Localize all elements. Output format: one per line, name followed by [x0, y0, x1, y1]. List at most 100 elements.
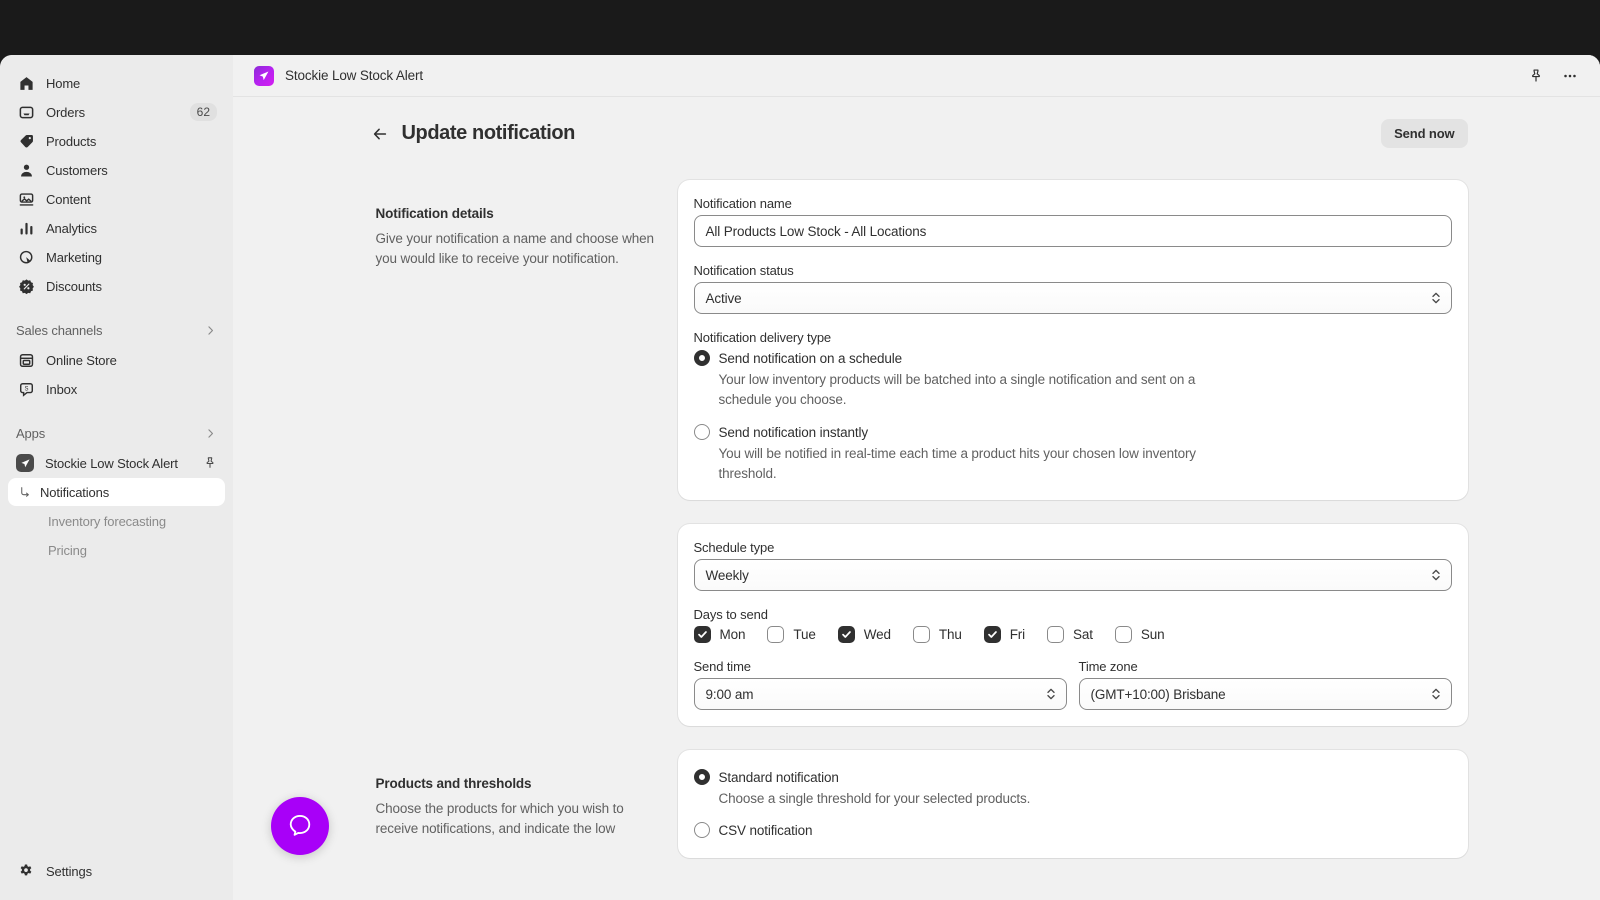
sidebar-section-apps[interactable]: Apps	[8, 421, 225, 445]
radio-indicator[interactable]	[694, 769, 710, 785]
section-products-thresholds: Products and thresholds Choose the produ…	[366, 750, 1468, 858]
radio-label: Send notification instantly	[719, 423, 868, 442]
radio-help-text: Choose a single threshold for your selec…	[719, 789, 1249, 809]
radio-indicator[interactable]	[694, 822, 710, 838]
send-time-label: Send time	[694, 659, 1067, 674]
sidebar-item-online-store[interactable]: Online Store	[8, 346, 225, 374]
day-checkbox-tue[interactable]: Tue	[767, 626, 815, 643]
notification-name-input[interactable]: All Products Low Stock - All Locations	[694, 215, 1452, 247]
radio-indicator[interactable]	[694, 424, 710, 440]
inbox-icon: S	[16, 379, 36, 399]
field-send-time: Send time 9:00 am	[694, 659, 1067, 710]
sidebar-item-products[interactable]: Products	[8, 127, 225, 155]
sidebar-item-inventory-forecasting[interactable]: Inventory forecasting	[8, 507, 225, 535]
schedule-card: Schedule type Weekly Days to send	[678, 524, 1468, 726]
stockie-paper-plane-icon	[16, 454, 34, 472]
sidebar-item-analytics[interactable]: Analytics	[8, 214, 225, 242]
online-store-icon	[16, 350, 36, 370]
gear-icon	[16, 861, 36, 881]
notification-status-label: Notification status	[694, 263, 1452, 278]
app-window: Home Orders 62 Products Customers	[0, 55, 1600, 900]
radio-indicator[interactable]	[694, 350, 710, 366]
day-checkbox-mon[interactable]: Mon	[694, 626, 746, 643]
notification-status-select[interactable]: Active	[694, 282, 1452, 314]
checkbox-indicator[interactable]	[767, 626, 784, 643]
sidebar-item-label: Stockie Low Stock Alert	[45, 456, 178, 471]
field-schedule-type: Schedule type Weekly	[694, 540, 1452, 591]
day-label: Mon	[720, 627, 746, 642]
sidebar-item-content[interactable]: Content	[8, 185, 225, 213]
ellipsis-horizontal-icon[interactable]	[1556, 62, 1584, 90]
arrow-left-icon[interactable]	[366, 120, 394, 148]
send-time-value: 9:00 am	[706, 687, 754, 702]
analytics-bars-icon	[16, 218, 36, 238]
page-scroll-area[interactable]: Update notification Send now Notificatio…	[233, 97, 1600, 899]
days-to-send-label: Days to send	[694, 607, 1452, 622]
sidebar-item-discounts[interactable]: Discounts	[8, 272, 225, 300]
sidebar-item-label: Settings	[46, 864, 92, 879]
sidebar-item-marketing[interactable]: Marketing	[8, 243, 225, 271]
radio-option-instant[interactable]: Send notification instantly	[694, 423, 1452, 442]
day-checkbox-sat[interactable]: Sat	[1047, 626, 1093, 643]
sidebar-item-notifications[interactable]: Notifications	[8, 478, 225, 506]
sidebar-item-pricing[interactable]: Pricing	[8, 536, 225, 564]
radio-option-csv[interactable]: CSV notification	[694, 821, 1452, 840]
radio-option-standard[interactable]: Standard notification	[694, 768, 1452, 787]
checkbox-indicator[interactable]	[838, 626, 855, 643]
sidebar-item-home[interactable]: Home	[8, 69, 225, 97]
section-description: Give your notification a name and choose…	[376, 229, 658, 270]
section-schedule: Schedule type Weekly Days to send	[366, 524, 1468, 726]
topbar-app-title: Stockie Low Stock Alert	[285, 68, 423, 83]
sidebar-item-label: Home	[46, 76, 80, 91]
home-icon	[16, 73, 36, 93]
pin-icon[interactable]	[1522, 62, 1550, 90]
chat-launcher-button[interactable]	[271, 797, 329, 855]
section-aside-spacer	[366, 524, 678, 550]
checkbox-indicator[interactable]	[1047, 626, 1064, 643]
day-label: Tue	[793, 627, 815, 642]
time-zone-select[interactable]: (GMT+10:00) Brisbane	[1079, 678, 1452, 710]
sidebar-item-settings[interactable]: Settings	[8, 857, 225, 885]
radio-label: Send notification on a schedule	[719, 349, 902, 368]
discounts-badge-icon	[16, 276, 36, 296]
chevron-updown-icon	[1430, 290, 1442, 306]
radio-label: Standard notification	[719, 768, 839, 787]
delivery-type-label: Notification delivery type	[694, 330, 1452, 345]
sidebar-item-customers[interactable]: Customers	[8, 156, 225, 184]
day-checkbox-sun[interactable]: Sun	[1115, 626, 1165, 643]
sidebar-item-label: Content	[46, 192, 91, 207]
day-label: Thu	[939, 627, 962, 642]
sidebar-section-sales-channels[interactable]: Sales channels	[8, 318, 225, 342]
day-checkbox-fri[interactable]: Fri	[984, 626, 1025, 643]
sidebar-item-stockie-app[interactable]: Stockie Low Stock Alert	[8, 449, 225, 477]
products-thresholds-card: Standard notification Choose a single th…	[678, 750, 1468, 858]
stockie-paper-plane-icon	[254, 66, 274, 86]
checkbox-indicator[interactable]	[1115, 626, 1132, 643]
sidebar-item-inbox[interactable]: S Inbox	[8, 375, 225, 403]
sidebar-item-label: Products	[46, 134, 96, 149]
checkbox-indicator[interactable]	[984, 626, 1001, 643]
sidebar-item-orders[interactable]: Orders 62	[8, 98, 225, 126]
customers-person-icon	[16, 160, 36, 180]
sidebar-item-label: Online Store	[46, 353, 117, 368]
days-checkbox-group: Mon Tue	[694, 626, 1452, 643]
time-zone-value: (GMT+10:00) Brisbane	[1091, 687, 1226, 702]
delivery-type-radio-group: Send notification on a schedule Your low…	[694, 349, 1452, 484]
sidebar-item-label: Orders	[46, 105, 85, 120]
day-checkbox-wed[interactable]: Wed	[838, 626, 891, 643]
section-label: Apps	[16, 426, 45, 441]
schedule-type-value: Weekly	[706, 568, 749, 583]
day-label: Sun	[1141, 627, 1165, 642]
chevron-right-icon[interactable]	[204, 427, 217, 440]
send-now-button[interactable]: Send now	[1381, 119, 1467, 148]
page-header-actions: Send now	[1381, 119, 1467, 148]
sidebar-item-label: Inbox	[46, 382, 77, 397]
day-checkbox-thu[interactable]: Thu	[913, 626, 962, 643]
send-time-select[interactable]: 9:00 am	[694, 678, 1067, 710]
chevron-right-icon[interactable]	[204, 324, 217, 337]
checkbox-indicator[interactable]	[913, 626, 930, 643]
schedule-type-select[interactable]: Weekly	[694, 559, 1452, 591]
radio-option-schedule[interactable]: Send notification on a schedule	[694, 349, 1452, 368]
pin-icon[interactable]	[203, 456, 217, 470]
checkbox-indicator[interactable]	[694, 626, 711, 643]
